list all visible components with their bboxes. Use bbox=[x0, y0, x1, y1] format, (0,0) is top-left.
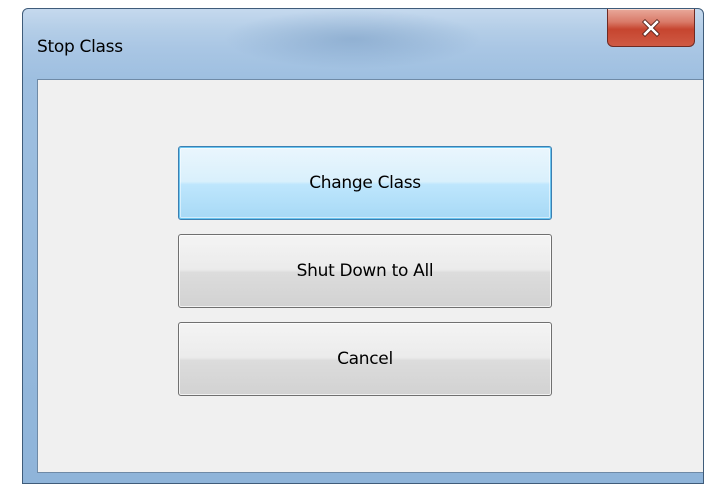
title-bar[interactable]: Stop Class bbox=[23, 9, 703, 79]
close-icon bbox=[642, 18, 660, 37]
close-button[interactable] bbox=[607, 9, 695, 47]
dialog-body: Change Class Shut Down to All Cancel bbox=[37, 79, 703, 473]
change-class-button[interactable]: Change Class bbox=[178, 146, 552, 220]
window-title: Stop Class bbox=[37, 37, 123, 57]
stop-class-dialog: Stop Class Change Class Shut Down to All… bbox=[22, 8, 704, 484]
cancel-button[interactable]: Cancel bbox=[178, 322, 552, 396]
shut-down-to-all-button[interactable]: Shut Down to All bbox=[178, 234, 552, 308]
